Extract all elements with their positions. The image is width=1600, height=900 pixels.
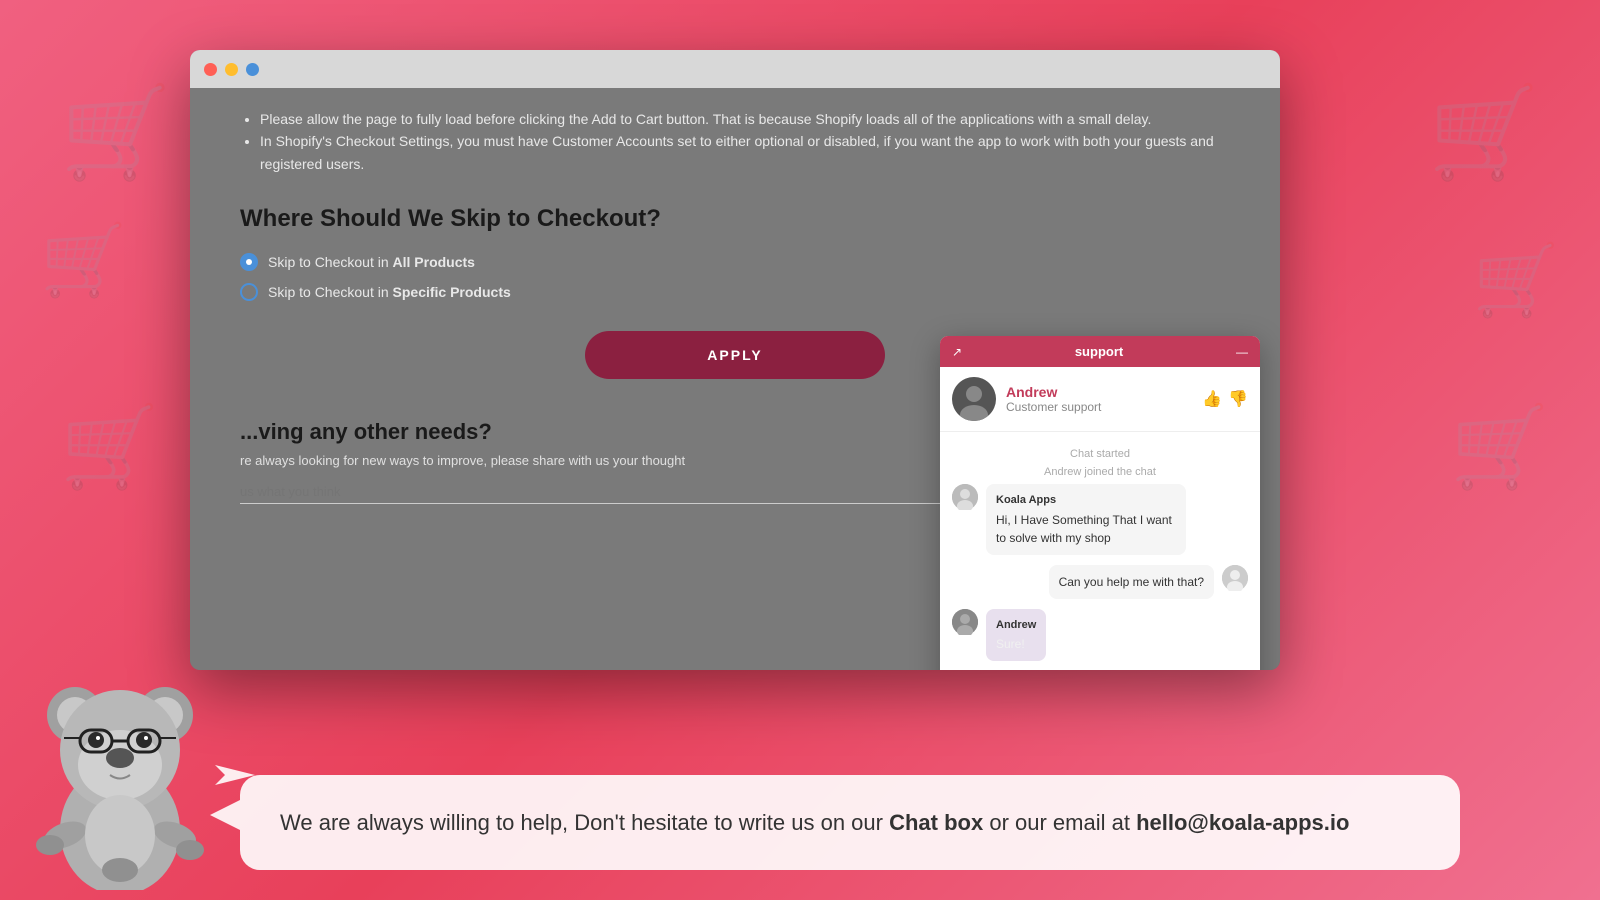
chat-box-bold: Chat box: [889, 810, 983, 835]
chat-widget: ↗ support — Andrew Customer support: [940, 336, 1260, 670]
bg-cart-icon-5: 🛒: [1473, 240, 1560, 322]
thumbs-up-icon[interactable]: 👍: [1202, 389, 1222, 409]
msg-koala-bubble: Koala Apps Hi, I Have Something That I w…: [986, 484, 1186, 555]
agent-rating: 👍 👎: [1202, 389, 1248, 409]
instructions-list: Please allow the page to fully load befo…: [240, 108, 1230, 175]
msg-koala-text: Hi, I Have Something That I want to solv…: [996, 513, 1172, 545]
email-bold: hello@koala-apps.io: [1136, 810, 1349, 835]
minimize-dot[interactable]: [225, 63, 238, 76]
agent-role: Customer support: [1006, 400, 1202, 414]
bg-cart-icon-6: 🛒: [1450, 400, 1550, 494]
chat-title: support: [962, 344, 1236, 359]
needs-title-text: ...ving any other needs?: [240, 419, 492, 444]
system-msg-joined: Andrew joined the chat: [952, 466, 1248, 478]
radio-group: Skip to Checkout in All Products Skip to…: [240, 253, 1230, 301]
apply-button[interactable]: APPLY: [585, 331, 885, 379]
chat-minimize-icon[interactable]: —: [1236, 345, 1248, 359]
thumbs-down-icon[interactable]: 👎: [1228, 389, 1248, 409]
radio-specific-products-circle[interactable]: [240, 283, 258, 301]
system-msg-started: Chat started: [952, 448, 1248, 460]
radio-specific-products[interactable]: Skip to Checkout in Specific Products: [240, 283, 1230, 301]
agent-name: Andrew: [1006, 384, 1202, 400]
msg-koala-row: Koala Apps Hi, I Have Something That I w…: [952, 484, 1248, 555]
radio-specific-products-label: Skip to Checkout in Specific Products: [268, 284, 511, 300]
msg-andrew-sure-text: Sure!: [996, 637, 1025, 651]
agent-info: Andrew Customer support: [1006, 384, 1202, 414]
maximize-dot[interactable]: [246, 63, 259, 76]
browser-window: Please allow the page to fully load befo…: [190, 50, 1280, 670]
instruction-item-1: Please allow the page to fully load befo…: [260, 108, 1230, 130]
chat-header: ↗ support —: [940, 336, 1260, 367]
msg-koala-avatar: [952, 484, 978, 510]
koala-mascot: [20, 650, 220, 890]
radio-all-products[interactable]: Skip to Checkout in All Products: [240, 253, 1230, 271]
browser-content: Please allow the page to fully load befo…: [190, 88, 1280, 670]
bg-cart-icon-1: 🛒: [60, 80, 172, 185]
msg-andrew-sender: Andrew: [996, 617, 1036, 634]
radio-all-products-label: Skip to Checkout in All Products: [268, 254, 475, 270]
bg-cart-icon-4: 🛒: [1428, 80, 1540, 185]
section-title: Where Should We Skip to Checkout?: [240, 205, 1230, 233]
speech-text-1: We are always willing to help, Don't hes…: [280, 810, 889, 835]
msg-andrew-sure-row: Andrew Sure!: [952, 609, 1248, 662]
msg-help-avatar: [1222, 565, 1248, 591]
msg-andrew-avatar-1: [952, 609, 978, 635]
msg-help-bubble: Can you help me with that?: [1049, 565, 1214, 599]
bg-cart-icon-2: 🛒: [40, 220, 127, 302]
agent-avatar: [952, 377, 996, 421]
title-bar: [190, 50, 1280, 88]
close-dot[interactable]: [204, 63, 217, 76]
msg-andrew-sure-bubble: Andrew Sure!: [986, 609, 1046, 662]
speech-text-2: or our email at: [983, 810, 1136, 835]
bg-cart-icon-3: 🛒: [60, 400, 160, 494]
speech-bubble: We are always willing to help, Don't hes…: [240, 775, 1460, 870]
msg-help-row: Can you help me with that?: [952, 565, 1248, 599]
radio-all-products-circle[interactable]: [240, 253, 258, 271]
instruction-item-2: In Shopify's Checkout Settings, you must…: [260, 130, 1230, 175]
msg-koala-sender: Koala Apps: [996, 492, 1176, 509]
chat-expand-icon[interactable]: ↗: [952, 345, 962, 359]
chat-agent-bar: Andrew Customer support 👍 👎: [940, 367, 1260, 432]
chat-messages: Chat started Andrew joined the chat Koal…: [940, 432, 1260, 670]
